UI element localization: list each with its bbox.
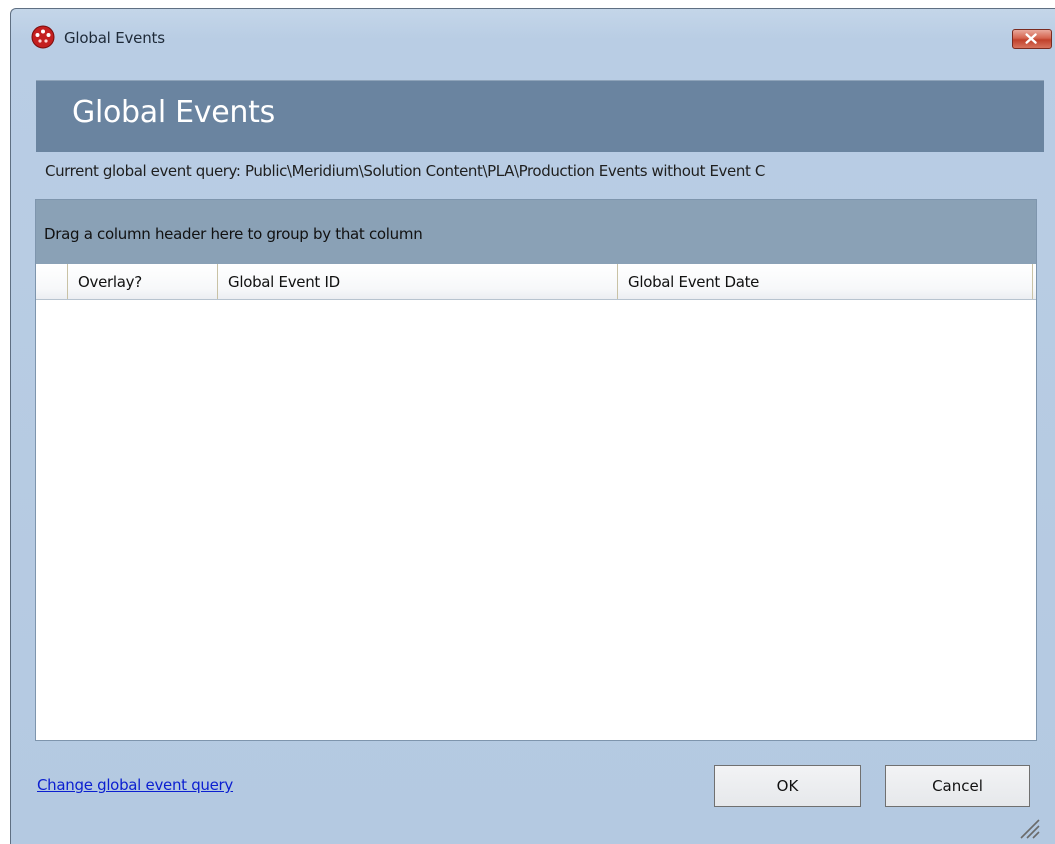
change-query-link[interactable]: Change global event query <box>37 776 233 794</box>
global-events-grid[interactable]: Drag a column header here to group by th… <box>35 199 1037 741</box>
header-banner: Global Events <box>36 80 1044 152</box>
ok-button[interactable]: OK <box>714 765 861 807</box>
close-icon <box>1025 33 1037 44</box>
column-header-label: Global Event ID <box>228 273 340 291</box>
cancel-button[interactable]: Cancel <box>885 765 1030 807</box>
group-by-panel[interactable]: Drag a column header here to group by th… <box>36 200 1036 264</box>
current-query-label: Current global event query: Public\Merid… <box>45 162 765 180</box>
column-header-row: Overlay? Global Event ID Global Event Da… <box>36 264 1036 300</box>
meridium-app-icon <box>31 25 55 49</box>
window-title: Global Events <box>64 29 165 47</box>
close-button[interactable] <box>1012 29 1052 49</box>
group-by-hint: Drag a column header here to group by th… <box>44 225 423 243</box>
resize-grip-icon[interactable] <box>1015 814 1041 840</box>
title-bar[interactable] <box>11 9 1055 41</box>
column-header-label: Overlay? <box>78 273 142 291</box>
column-header-label: Global Event Date <box>628 273 760 291</box>
column-header-global-event-date[interactable]: Global Event Date <box>617 264 1032 299</box>
column-header-overlay[interactable]: Overlay? <box>67 264 217 299</box>
page-title: Global Events <box>72 95 275 130</box>
column-header-end <box>1032 264 1036 299</box>
column-header-global-event-id[interactable]: Global Event ID <box>217 264 617 299</box>
